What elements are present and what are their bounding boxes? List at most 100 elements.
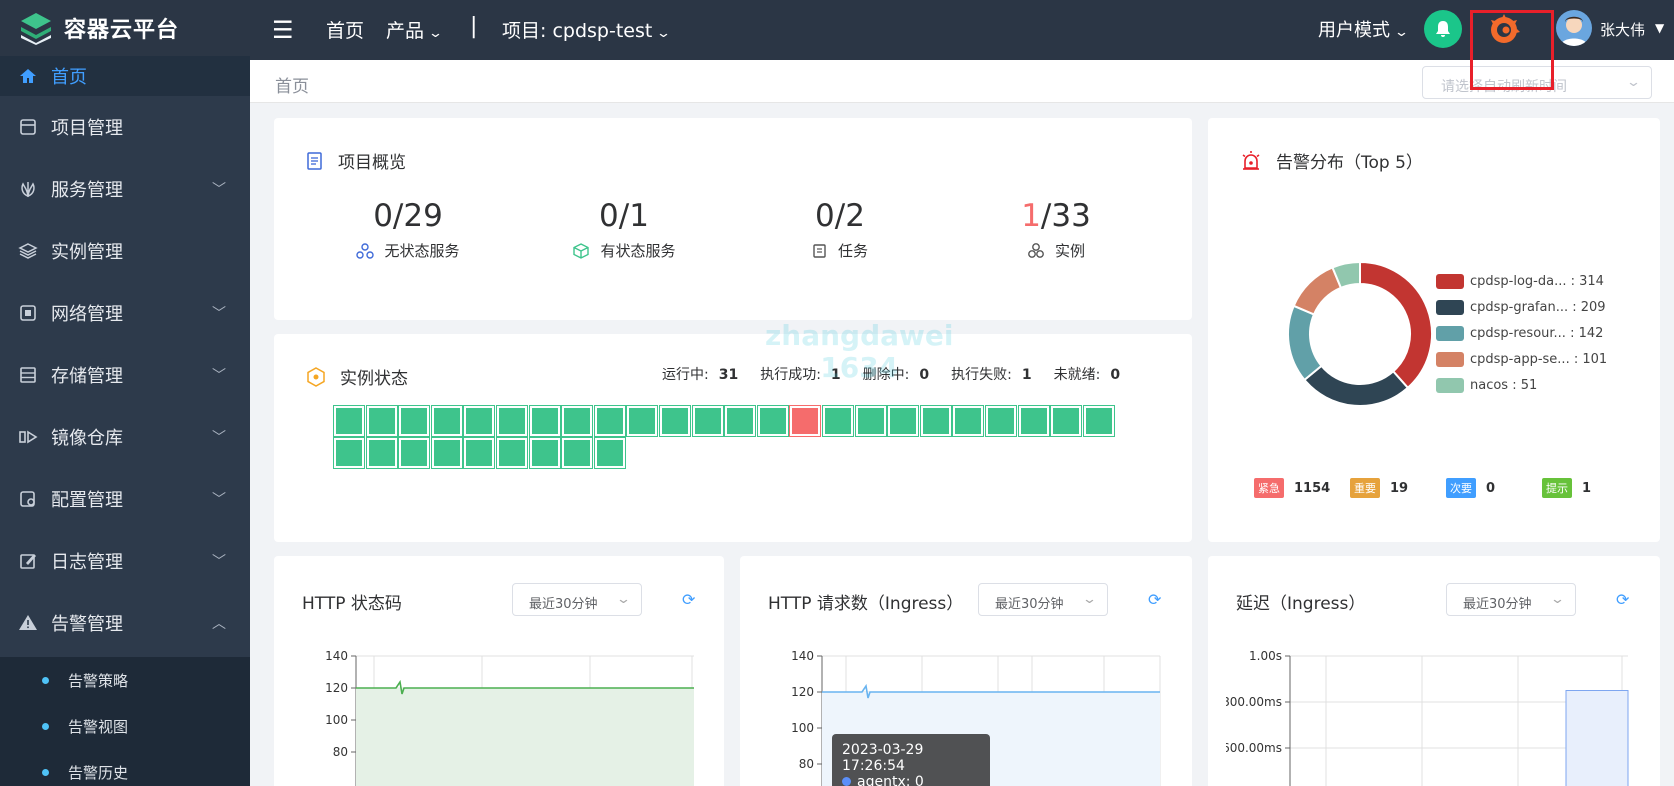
legend-item[interactable]: nacos : 51 xyxy=(1436,378,1537,393)
app-logo[interactable]: 容器云平台 xyxy=(18,10,179,46)
instance-cell[interactable] xyxy=(333,437,365,469)
overview-job[interactable]: 0/2 任务 xyxy=(740,198,940,261)
time-range-select[interactable]: 最近30分钟 ⌄ xyxy=(978,583,1108,616)
instance-cell[interactable] xyxy=(822,405,854,437)
instance-cell[interactable] xyxy=(398,405,431,437)
overview-stateless[interactable]: 0/29 无状态服务 xyxy=(308,198,508,261)
watermark-line2: 1634 xyxy=(820,351,899,384)
sidebar-subitem-alert-view[interactable]: 告警视图 xyxy=(0,703,250,749)
instance-cell[interactable] xyxy=(398,437,431,469)
severity-item[interactable]: 次要 0 xyxy=(1446,478,1495,498)
stat-value: 0 xyxy=(1110,367,1121,383)
series-area[interactable] xyxy=(1565,690,1629,786)
sidebar-item-log[interactable]: 日志管理 ﹀ xyxy=(0,530,250,592)
instance-cell[interactable] xyxy=(496,405,528,437)
instance-cell[interactable] xyxy=(463,405,496,437)
donut-slice-1[interactable] xyxy=(1303,364,1410,407)
instance-cell[interactable] xyxy=(430,437,463,469)
instance-cell[interactable] xyxy=(1082,405,1115,437)
time-range-select[interactable]: 最近30分钟 ⌄ xyxy=(512,583,642,616)
severity-item[interactable]: 重要 19 xyxy=(1350,478,1408,498)
overview-instance[interactable]: 1/33 实例 xyxy=(956,198,1156,261)
instance-cell[interactable] xyxy=(887,405,920,437)
breadcrumb[interactable]: 首页 xyxy=(275,72,309,97)
refresh-icon[interactable]: ⟳ xyxy=(1616,590,1629,609)
y-tick-label: 120 xyxy=(791,685,814,699)
instance-cell[interactable] xyxy=(593,405,626,437)
user-mode-dropdown[interactable]: 用户模式 ⌄ xyxy=(1318,16,1409,42)
instance-cell[interactable] xyxy=(365,405,398,437)
sidebar-item-storage[interactable]: 存储管理 ﹀ xyxy=(0,344,250,406)
legend-label: cpdsp-resour... : 142 xyxy=(1470,326,1604,341)
instance-cell[interactable] xyxy=(1050,405,1083,437)
instance-cell[interactable] xyxy=(463,437,496,469)
legend-item[interactable]: cpdsp-log-da... : 314 xyxy=(1436,274,1604,289)
overview-stateful[interactable]: 0/1 有状态服务 xyxy=(524,198,724,261)
severity-item[interactable]: 紧急 1154 xyxy=(1254,478,1330,498)
instance-cell[interactable] xyxy=(659,405,691,437)
chevron-down-icon: ⌄ xyxy=(1081,592,1098,607)
donut-slice-2[interactable] xyxy=(1287,304,1323,382)
document-icon xyxy=(307,151,322,170)
instance-cell[interactable] xyxy=(528,405,561,437)
stat-value: 1/33 xyxy=(956,198,1156,234)
instance-icon xyxy=(1028,242,1044,258)
instance-cell[interactable] xyxy=(528,437,561,469)
legend-item[interactable]: cpdsp-resour... : 142 xyxy=(1436,326,1603,341)
bell-icon xyxy=(1436,21,1450,37)
legend-swatch xyxy=(1436,274,1464,289)
instance-cell-failed[interactable] xyxy=(789,405,822,437)
instance-cell[interactable] xyxy=(593,437,626,469)
series-dot-icon xyxy=(842,777,851,786)
instance-cell[interactable] xyxy=(430,405,463,437)
project-selector[interactable]: 项目: cpdsp-test ⌄ xyxy=(502,16,671,43)
severity-item[interactable]: 提示 1 xyxy=(1542,478,1591,498)
alarm-icon xyxy=(1242,150,1260,170)
instance-cell[interactable] xyxy=(561,437,594,469)
chevron-down-icon: ﹀ xyxy=(212,430,226,446)
sidebar-item-home[interactable]: 首页 xyxy=(0,56,250,96)
sidebar-item-instance[interactable]: 实例管理 xyxy=(0,220,250,282)
tooltip-series: agentx: 0 xyxy=(857,774,924,786)
sidebar-item-alert[interactable]: 告警管理 ︿ xyxy=(0,592,250,654)
y-tick-label: 140 xyxy=(791,649,814,663)
time-range-select[interactable]: 最近30分钟 ⌄ xyxy=(1446,583,1576,616)
y-tick-label: 120 xyxy=(325,681,348,695)
refresh-icon[interactable]: ⟳ xyxy=(682,590,695,609)
refresh-icon[interactable]: ⟳ xyxy=(1148,590,1161,609)
legend-item[interactable]: cpdsp-app-se... : 101 xyxy=(1436,352,1607,367)
legend-item[interactable]: cpdsp-grafan... : 209 xyxy=(1436,300,1606,315)
latency-panel: 延迟（Ingress） 最近30分钟 ⌄ ⟳ 1.00s 800.00ms 600.0… xyxy=(1208,556,1660,786)
sidebar-item-image-repo[interactable]: 镜像仓库 ﹀ xyxy=(0,406,250,468)
donut-slice-0[interactable] xyxy=(1359,260,1433,390)
instance-cell[interactable] xyxy=(626,405,659,437)
instance-cell[interactable] xyxy=(756,405,789,437)
instance-cell[interactable] xyxy=(691,405,724,437)
sidebar-subitem-alert-history[interactable]: 告警历史 xyxy=(0,749,250,786)
legend-label: cpdsp-grafan... : 209 xyxy=(1470,300,1606,315)
sidebar-item-service[interactable]: 服务管理 ﹀ xyxy=(0,158,250,220)
menu-fold-icon[interactable]: ☰ xyxy=(272,16,294,44)
donut-slice-3[interactable] xyxy=(1292,266,1343,316)
instance-cell[interactable] xyxy=(1017,405,1050,437)
sidebar-item-project[interactable]: 项目管理 xyxy=(0,96,250,158)
user-avatar[interactable] xyxy=(1556,10,1592,46)
sidebar-item-network[interactable]: 网络管理 ﹀ xyxy=(0,282,250,344)
nav-home[interactable]: 首页 xyxy=(326,16,364,43)
instance-cell[interactable] xyxy=(724,405,757,437)
instance-cell[interactable] xyxy=(952,405,985,437)
time-range-label: 最近30分钟 xyxy=(995,597,1064,612)
instance-cell[interactable] xyxy=(854,405,887,437)
nav-product-dropdown[interactable]: 产品 ⌄ xyxy=(386,16,443,43)
instance-cell[interactable] xyxy=(985,405,1017,437)
instance-cell[interactable] xyxy=(496,437,528,469)
instance-cell[interactable] xyxy=(919,405,952,437)
notification-button[interactable] xyxy=(1424,10,1462,48)
instance-cell[interactable] xyxy=(333,405,365,437)
instance-cell[interactable] xyxy=(365,437,398,469)
sidebar-subitem-alert-policy[interactable]: 告警策略 xyxy=(0,657,250,703)
instance-cell[interactable] xyxy=(561,405,594,437)
caret-down-icon[interactable]: ▼ xyxy=(1655,21,1664,35)
username[interactable]: 张大伟 xyxy=(1600,19,1645,40)
sidebar-item-config[interactable]: 配置管理 ﹀ xyxy=(0,468,250,530)
